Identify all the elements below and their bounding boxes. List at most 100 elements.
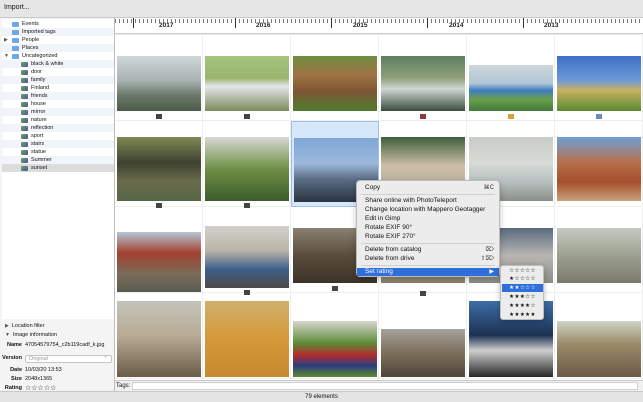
thumbnail-cell[interactable]: [555, 207, 643, 293]
folder-icon: [12, 53, 19, 59]
menu-item-edit-gimp[interactable]: Edit in Gimp: [357, 215, 499, 223]
menu-item-delete-drive[interactable]: Delete from drive ⇧⌦: [357, 255, 499, 263]
timeline-year-2016[interactable]: 2016: [256, 22, 270, 29]
thumbnail-cell[interactable]: [555, 293, 643, 379]
timeline-year-2015[interactable]: 2015: [353, 22, 367, 29]
tag-item-places[interactable]: Places: [2, 44, 114, 52]
year-tick: [523, 18, 524, 28]
photo-thumbnail: [205, 56, 289, 111]
thumbnail-cell[interactable]: [115, 293, 203, 379]
menu-item-delete-catalog[interactable]: Delete from catalog ⌦: [357, 246, 499, 254]
menu-item-rotate-270[interactable]: Rotate EXIF 270°: [357, 233, 499, 241]
folder-icon: [12, 45, 19, 51]
thumbnail-cell[interactable]: [379, 35, 467, 121]
tag-item-people[interactable]: ▶ People: [2, 36, 114, 44]
tag-item-finland[interactable]: Finland: [2, 84, 114, 92]
tag-image-icon: [21, 61, 28, 67]
thumbnail-cell[interactable]: [115, 207, 203, 293]
tag-item-nature[interactable]: nature: [2, 116, 114, 124]
thumbnail-cell[interactable]: [203, 121, 291, 208]
name-key: Name: [7, 342, 22, 348]
tags-input[interactable]: [132, 382, 638, 390]
tag-item-reflection[interactable]: reflection: [2, 124, 114, 132]
tag-item-statue[interactable]: statue: [2, 148, 114, 156]
photo-thumbnail: [117, 301, 201, 377]
rating-option-5[interactable]: ★★★★★: [502, 311, 543, 319]
disclosure-right-icon[interactable]: ▶: [4, 36, 8, 44]
tag-item-uncategorized[interactable]: ▼ Uncategorized: [2, 52, 114, 60]
tag-item-friends[interactable]: friends: [2, 92, 114, 100]
timeline-year-2013[interactable]: 2013: [544, 22, 558, 29]
timeline[interactable]: 2017 2016 2015 2014 2013: [115, 18, 643, 34]
rating-option-1[interactable]: ★☆☆☆☆: [502, 275, 543, 283]
rating-option-2[interactable]: ★★☆☆☆: [502, 284, 543, 292]
size-key: Size: [10, 376, 22, 382]
rating-option-4[interactable]: ★★★★☆: [502, 302, 543, 310]
thumbnail-cell[interactable]: [115, 121, 203, 208]
version-select[interactable]: Original ⌃: [25, 355, 112, 363]
photo-thumbnail: [557, 56, 641, 111]
photo-thumbnail: [293, 56, 377, 111]
disclosure-down-icon[interactable]: ▼: [4, 52, 9, 60]
thumbnail-cell[interactable]: [291, 35, 379, 121]
rating-option-0[interactable]: ☆☆☆☆☆: [502, 267, 543, 275]
tag-image-icon: [21, 117, 28, 123]
timeline-year-2017[interactable]: 2017: [159, 22, 173, 29]
tag-item-mirror[interactable]: mirror: [2, 108, 114, 116]
folder-icon: [12, 21, 19, 27]
tag-image-icon: [21, 109, 28, 115]
folder-icon: [12, 37, 19, 43]
tag-item-imported-tags[interactable]: Imported tags: [2, 28, 114, 36]
name-value: 4705457975­4_c2b119cadf_k.jpg: [25, 342, 105, 348]
import-button[interactable]: Import...: [4, 4, 30, 11]
thumbnail-cell[interactable]: [203, 35, 291, 121]
menu-item-share[interactable]: Share online with PhotoTeleport: [357, 197, 499, 205]
tag-image-icon: [21, 69, 28, 75]
tag-item-black-white[interactable]: black & white: [2, 60, 114, 68]
photo-badge-icon: [420, 114, 426, 119]
thumbnail-cell[interactable]: [555, 121, 643, 207]
photo-thumbnail: [557, 137, 641, 201]
submenu-arrow-icon: ▶: [489, 269, 494, 275]
thumbnail-cell[interactable]: [467, 35, 555, 121]
year-tick: [235, 18, 236, 28]
menu-item-set-rating[interactable]: Set rating ▶: [357, 268, 499, 276]
tag-item-sunset[interactable]: sunset: [2, 164, 114, 172]
disclosure-down-icon: ▼: [5, 332, 10, 338]
rating-option-3[interactable]: ★★★☆☆: [502, 293, 543, 301]
image-information-toggle[interactable]: ▼ Image information: [5, 332, 57, 338]
toolbar: Import...: [0, 0, 643, 18]
menu-item-change-location[interactable]: Change location with Mappero Geotagger: [357, 206, 499, 214]
menu-separator: [361, 243, 495, 244]
tag-item-summer[interactable]: Summer: [2, 156, 114, 164]
photo-badge-icon: [332, 286, 338, 291]
tag-item-house[interactable]: house: [2, 100, 114, 108]
thumbnail-cell[interactable]: [555, 35, 643, 121]
menu-separator: [361, 194, 495, 195]
menu-item-copy[interactable]: Copy ⌘C: [357, 184, 499, 192]
thumbnail-cell[interactable]: [291, 293, 379, 379]
thumbnail-cell[interactable]: [203, 207, 291, 295]
tag-image-icon: [21, 85, 28, 91]
disclosure-right-icon: ▶: [5, 323, 9, 329]
photo-thumbnail: [205, 301, 289, 377]
tag-item-sport[interactable]: sport: [2, 132, 114, 140]
tag-item-family[interactable]: family: [2, 76, 114, 84]
sidebar: Events Imported tags ▶ People Places ▼ U…: [0, 18, 115, 392]
thumbnail-cell[interactable]: [203, 293, 291, 379]
photo-thumbnail: [117, 56, 201, 111]
thumbnail-cell[interactable]: [115, 35, 203, 121]
tag-item-door[interactable]: door: [2, 68, 114, 76]
tag-image-icon: [21, 101, 28, 107]
photo-thumbnail: [205, 226, 289, 288]
timeline-year-2014[interactable]: 2014: [449, 22, 463, 29]
tag-item-events[interactable]: Events: [2, 20, 114, 28]
photo-thumbnail: [557, 228, 641, 283]
year-tick: [427, 18, 428, 28]
menu-item-rotate-90[interactable]: Rotate EXIF 90°: [357, 224, 499, 232]
photo-thumbnail: [381, 329, 465, 377]
location-filter-toggle[interactable]: ▶ Location filter: [5, 323, 45, 329]
photo-thumbnail: [117, 137, 201, 201]
thumbnail-cell[interactable]: [379, 293, 467, 379]
tag-item-stairs[interactable]: stairs: [2, 140, 114, 148]
